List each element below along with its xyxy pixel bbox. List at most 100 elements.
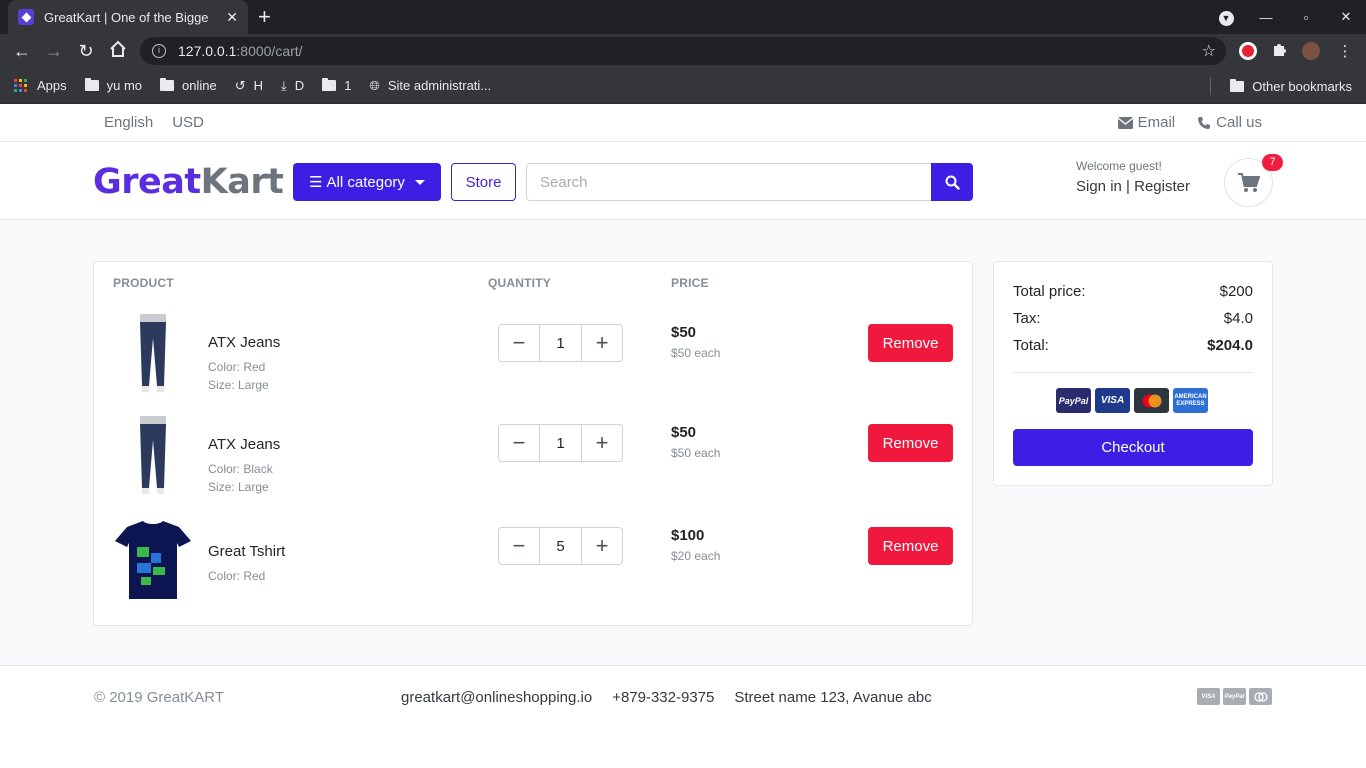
bookmark-apps[interactable]: Apps <box>14 78 67 93</box>
address-bar[interactable]: i 127.0.0.1:8000/cart/ ☆ <box>140 37 1226 65</box>
product-name[interactable]: ATX Jeans <box>208 334 280 351</box>
language-selector[interactable]: English <box>104 114 153 131</box>
store-button[interactable]: Store <box>451 163 516 201</box>
email-link[interactable]: Email <box>1117 114 1175 131</box>
profile-avatar[interactable] <box>1302 42 1320 60</box>
bookmark-site-admin[interactable]: 🌐︎ Site administrati... <box>369 78 491 94</box>
shopping-cart-icon <box>1237 172 1260 192</box>
line-price: $100 <box>671 527 705 544</box>
folder-icon <box>322 78 337 91</box>
search-icon <box>945 175 960 190</box>
search-button[interactable] <box>931 163 973 201</box>
folder-icon <box>160 78 175 91</box>
bookmark-other[interactable]: Other bookmarks <box>1230 68 1352 104</box>
browser-toolbar: ← → ↻ i 127.0.0.1:8000/cart/ ☆ ⋮ <box>0 34 1366 68</box>
product-thumbnail[interactable] <box>113 519 193 599</box>
grand-total-row: Total: $204.0 <box>1013 337 1253 354</box>
bookmark-folder-1[interactable]: 1 <box>322 78 351 93</box>
reload-icon[interactable]: ↻ <box>70 41 102 62</box>
phone-icon <box>1198 116 1211 129</box>
payment-methods: PayPal VISA AMERICAN EXPRESS <box>1056 388 1208 413</box>
browser-chrome: GreatKart | One of the Bigge ✕ + ▼ — ▫ ✕… <box>0 0 1366 104</box>
forward-icon[interactable]: → <box>38 41 70 62</box>
remove-button[interactable]: Remove <box>868 527 953 565</box>
home-icon[interactable] <box>102 40 134 63</box>
bookmark-history[interactable]: ↺ H <box>235 78 263 94</box>
maximize-icon[interactable]: ▫ <box>1286 10 1326 25</box>
remove-button[interactable]: Remove <box>868 424 953 462</box>
product-thumbnail[interactable] <box>113 314 193 394</box>
bookmarks-divider <box>1210 77 1211 95</box>
browser-menu-icon[interactable]: ⋮ <box>1336 42 1354 60</box>
quantity-value: 1 <box>540 424 581 462</box>
all-category-dropdown[interactable]: ☰ All category <box>293 163 441 201</box>
browser-tab[interactable]: GreatKart | One of the Bigge ✕ <box>8 0 248 34</box>
new-tab-icon[interactable]: + <box>258 6 271 28</box>
quantity-stepper: − 5 + <box>498 527 623 565</box>
extensions-puzzle-icon[interactable] <box>1271 42 1289 60</box>
bookmark-folder-online[interactable]: online <box>160 78 217 93</box>
quantity-value: 1 <box>540 324 581 362</box>
product-column-header: PRODUCT <box>113 276 174 290</box>
visa-card-icon: VISA <box>1095 388 1130 413</box>
visa-icon: VISA <box>1197 688 1220 705</box>
currency-selector[interactable]: USD <box>172 114 204 131</box>
envelope-icon <box>1117 116 1133 129</box>
cart-row: ATX Jeans Color: Red Size: Large − 1 + $… <box>94 314 972 404</box>
line-price: $50 <box>671 324 697 341</box>
footer-phone[interactable]: +879-332-9375 <box>612 689 714 706</box>
close-window-icon[interactable]: ✕ <box>1326 9 1366 25</box>
tab-strip: GreatKart | One of the Bigge ✕ + ▼ — ▫ ✕ <box>0 0 1366 34</box>
product-color: Color: Black <box>208 462 273 476</box>
cart-section: PRODUCT QUANTITY PRICE ATX Jeans Color: … <box>0 220 1366 666</box>
bookmarks-bar: Apps yu mo online ↺ H ⤓ D 1 🌐︎ Site adminis… <box>0 68 1366 104</box>
bookmark-download[interactable]: ⤓ D <box>281 78 304 94</box>
bookmark-star-icon[interactable]: ☆ <box>1202 41 1216 61</box>
unit-price: $20 each <box>671 549 721 563</box>
total-price-label: Total price: <box>1013 283 1086 300</box>
welcome-text: Welcome guest! <box>1076 159 1162 173</box>
product-name[interactable]: ATX Jeans <box>208 436 280 453</box>
folder-icon <box>84 78 99 91</box>
close-tab-icon[interactable]: ✕ <box>226 9 238 26</box>
product-thumbnail[interactable] <box>113 416 193 496</box>
product-color: Color: Red <box>208 360 266 374</box>
amex-card-icon: AMERICAN EXPRESS <box>1173 388 1208 413</box>
auth-separator: | <box>1126 178 1130 195</box>
quantity-stepper: − 1 + <box>498 424 623 462</box>
decrease-quantity-button[interactable]: − <box>498 424 540 462</box>
greatkart-logo[interactable]: GreatKart <box>93 163 284 201</box>
apps-grid-icon <box>14 79 27 92</box>
back-icon[interactable]: ← <box>6 41 38 62</box>
product-name[interactable]: Great Tshirt <box>208 543 285 560</box>
decrease-quantity-button[interactable]: − <box>498 324 540 362</box>
remove-button[interactable]: Remove <box>868 324 953 362</box>
bookmark-folder-yumo[interactable]: yu mo <box>84 78 142 93</box>
increase-quantity-button[interactable]: + <box>581 424 623 462</box>
globe-icon: 🌐︎ <box>369 77 380 93</box>
increase-quantity-button[interactable]: + <box>581 527 623 565</box>
line-price: $50 <box>671 424 697 441</box>
checkout-button[interactable]: Checkout <box>1013 429 1253 466</box>
unit-price: $50 each <box>671 346 721 360</box>
extension-blocker-icon[interactable] <box>1239 42 1257 60</box>
window-controls: ▼ — ▫ ✕ <box>1206 0 1366 34</box>
register-link[interactable]: Register <box>1134 178 1190 195</box>
cart-row: ATX Jeans Color: Black Size: Large − 1 +… <box>94 416 972 506</box>
minimize-icon[interactable]: — <box>1246 10 1286 25</box>
site-info-icon[interactable]: i <box>152 44 166 58</box>
increase-quantity-button[interactable]: + <box>581 324 623 362</box>
tax-label: Tax: <box>1013 310 1041 327</box>
sign-in-link[interactable]: Sign in <box>1076 178 1122 195</box>
tax-row: Tax: $4.0 <box>1013 310 1253 327</box>
price-column-header: PRICE <box>671 276 709 290</box>
search-input[interactable] <box>526 163 932 201</box>
tab-search-icon[interactable]: ▼ <box>1206 9 1246 26</box>
copyright-text: © 2019 GreatKART <box>94 689 225 706</box>
quantity-stepper: − 1 + <box>498 324 623 362</box>
decrease-quantity-button[interactable]: − <box>498 527 540 565</box>
grand-total-label: Total: <box>1013 337 1049 354</box>
tax-value: $4.0 <box>1223 310 1253 327</box>
footer-email[interactable]: greatkart@onlineshopping.io <box>401 689 592 706</box>
call-link[interactable]: Call us <box>1197 114 1262 131</box>
